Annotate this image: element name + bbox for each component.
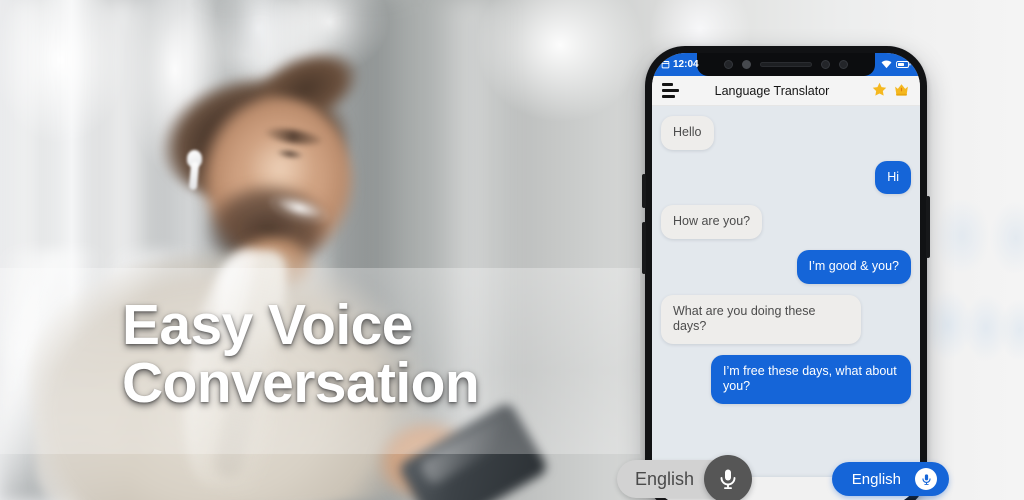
chat-bubble-incoming[interactable]: How are you? (661, 205, 763, 239)
sensor-icon (742, 60, 751, 69)
language-controls: English English (617, 455, 949, 500)
chat-bubble-outgoing[interactable]: Hi (875, 160, 911, 195)
star-icon[interactable] (871, 81, 888, 101)
source-language-button[interactable]: English (617, 455, 753, 500)
status-bar-left: 12:04 (661, 59, 699, 70)
chat-row: Hello (661, 116, 911, 150)
chat-row: How are you? (661, 205, 911, 239)
chat-row: I’m free these days, what about you? (661, 354, 911, 404)
hamburger-line-1 (662, 83, 673, 86)
app-bar-actions (871, 81, 910, 101)
chat-row: Hi (661, 160, 911, 195)
earpiece-speaker (760, 62, 812, 67)
battery-icon (896, 60, 911, 69)
phone-volume-up-button[interactable] (642, 174, 646, 208)
person-photo-subject (0, 0, 640, 500)
phone-power-button[interactable] (926, 196, 930, 258)
calendar-icon (661, 60, 670, 69)
chat-row: I’m good & you? (661, 249, 911, 284)
chat-bubble-outgoing[interactable]: I’m good & you? (796, 249, 911, 284)
status-bar-right (881, 60, 911, 69)
phone-mockup: 12:04 Language Translator Hello Hi How a… (617, 46, 949, 500)
status-bar-time: 12:04 (673, 59, 699, 70)
status-bar: 12:04 (652, 53, 920, 76)
wifi-icon (881, 60, 892, 69)
source-language-label: English (635, 468, 695, 489)
proximity-sensor-icon (821, 60, 830, 69)
headline-line-2: Conversation (122, 351, 480, 416)
target-language-label: English (851, 470, 901, 488)
chat-bubble-incoming[interactable]: What are you doing these days? (661, 294, 861, 344)
target-language-button[interactable]: English (831, 462, 949, 496)
headline-line-1: Easy Voice (122, 293, 413, 357)
app-bar: Language Translator (652, 76, 920, 106)
phone-volume-down-button[interactable] (642, 222, 646, 274)
target-microphone-icon[interactable] (915, 468, 937, 490)
chat-bubble-outgoing[interactable]: I’m free these days, what about you? (711, 354, 911, 404)
phone-notch (697, 53, 875, 76)
crown-icon[interactable] (893, 81, 910, 101)
source-microphone-icon[interactable] (704, 455, 753, 500)
front-camera-icon (724, 60, 733, 69)
chat-message-list[interactable]: Hello Hi How are you? I’m good & you? Wh… (652, 106, 920, 500)
app-title: Language Translator (714, 83, 830, 98)
page-title: Easy Voice Conversation (122, 296, 592, 412)
ambient-light-sensor-icon (839, 60, 848, 69)
phone-screen: 12:04 Language Translator Hello Hi How a… (652, 53, 920, 500)
chat-row: What are you doing these days? (661, 294, 911, 344)
chat-bubble-incoming[interactable]: Hello (661, 116, 714, 150)
